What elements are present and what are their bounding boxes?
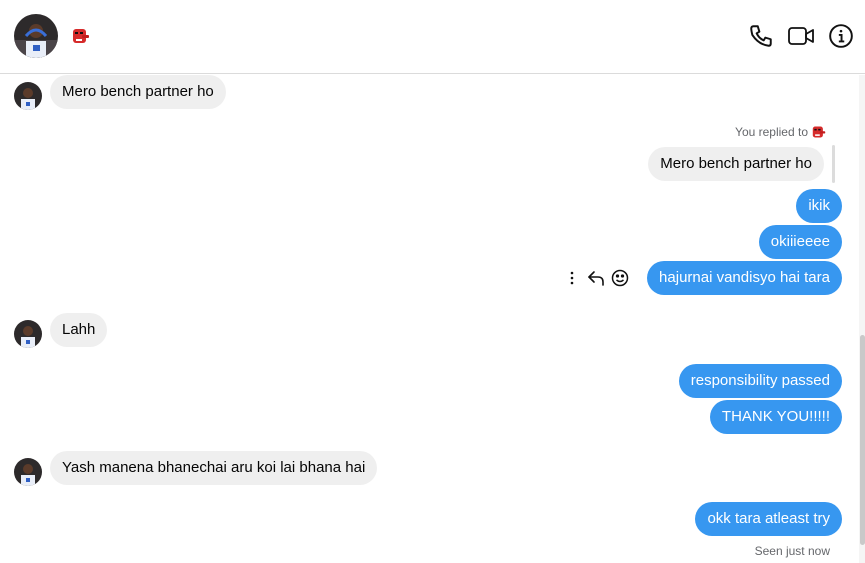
outgoing-message[interactable]: responsibility passed <box>678 364 842 398</box>
phone-icon[interactable] <box>741 22 781 50</box>
outgoing-message[interactable]: hajurnai vandisyo hai tara <box>647 261 842 295</box>
video-icon[interactable] <box>781 22 821 50</box>
incoming-message[interactable]: Lahh <box>50 313 108 347</box>
message-thread[interactable]: Mero bench partner ho You replied to Mer… <box>0 75 865 563</box>
reply-icon[interactable] <box>586 268 606 288</box>
chat-header <box>0 0 865 74</box>
contact-avatar[interactable] <box>14 14 58 58</box>
incoming-message[interactable]: Yash manena bhanechai aru koi lai bhana … <box>50 451 378 485</box>
outgoing-message[interactable]: okiiieeee <box>758 225 842 259</box>
tengu-mask-emoji-icon <box>811 125 827 139</box>
incoming-message[interactable]: Mero bench partner ho <box>50 75 226 109</box>
sender-avatar[interactable] <box>14 320 42 348</box>
tengu-mask-emoji-icon <box>70 26 90 46</box>
reply-indicator-bar <box>832 145 835 183</box>
outgoing-message[interactable]: ikik <box>796 189 842 223</box>
sender-avatar[interactable] <box>14 458 42 486</box>
seen-status: Seen just now <box>754 544 830 558</box>
reply-note-text: You replied to <box>735 125 808 139</box>
more-options-icon[interactable] <box>562 268 582 288</box>
outgoing-message[interactable]: THANK YOU!!!!! <box>709 400 842 434</box>
outgoing-message[interactable]: okk tara atleast try <box>695 502 842 536</box>
scrollbar-thumb[interactable] <box>860 335 865 545</box>
quoted-message[interactable]: Mero bench partner ho <box>648 147 824 181</box>
sender-avatar[interactable] <box>14 82 42 110</box>
info-icon[interactable] <box>821 22 861 50</box>
reply-note: You replied to <box>735 125 808 139</box>
message-actions <box>562 268 630 288</box>
react-emoji-icon[interactable] <box>610 268 630 288</box>
